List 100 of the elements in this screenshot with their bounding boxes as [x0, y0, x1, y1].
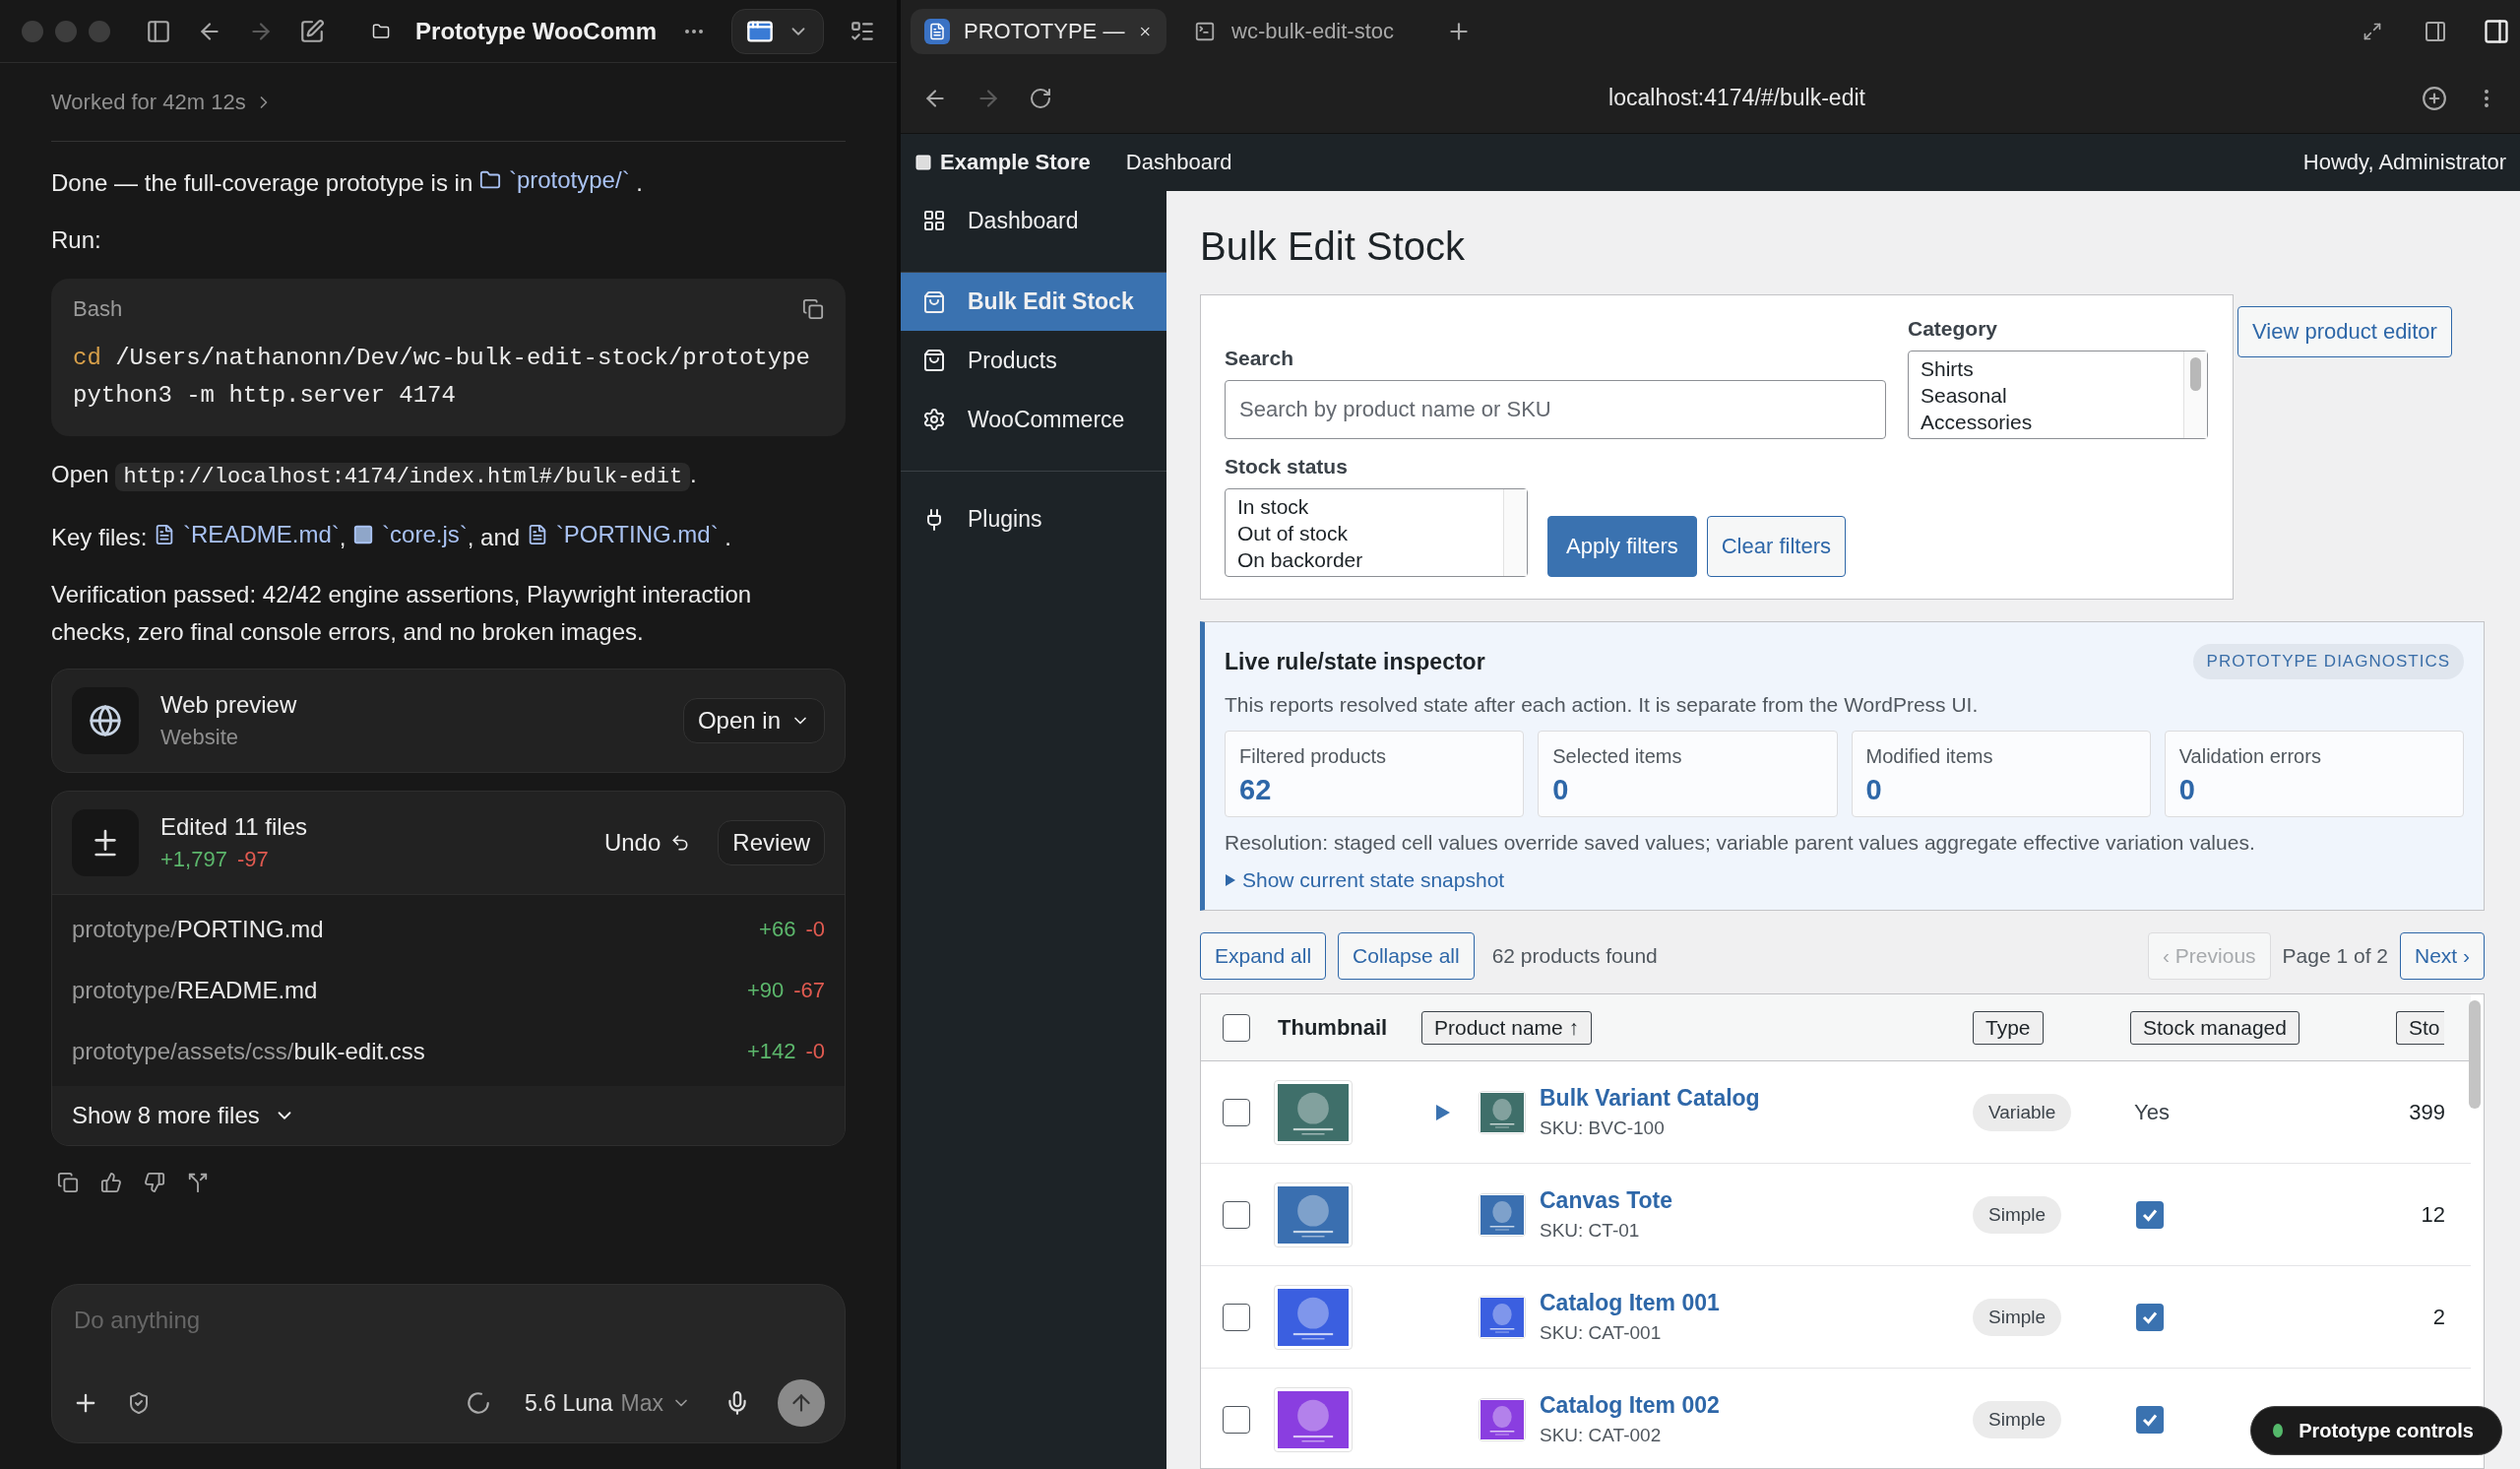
file-link[interactable]: `PORTING.md`	[526, 516, 719, 553]
admin-bar-link[interactable]: Dashboard	[1125, 150, 1232, 175]
scrollbar[interactable]	[2469, 1000, 2481, 1109]
row-checkbox[interactable]	[1223, 1200, 1250, 1229]
row-checkbox[interactable]	[1223, 1405, 1250, 1434]
scrollbar[interactable]	[1503, 489, 1527, 576]
field-label: Category	[1908, 317, 1999, 341]
list-option[interactable]: In stock	[1237, 493, 1487, 520]
window-minimize-dot[interactable]	[55, 20, 77, 42]
clear-filters-button[interactable]: Clear filters	[1706, 516, 1846, 577]
sidebar-item[interactable]: Bulk Edit Stock	[901, 272, 1166, 331]
sidebar-item[interactable]: Products	[901, 331, 1166, 390]
thumbs-down-icon[interactable]	[144, 1172, 165, 1193]
thumbs-up-icon[interactable]	[100, 1172, 122, 1193]
file-path[interactable]: prototype/README.md	[72, 977, 318, 1004]
file-path[interactable]: prototype/PORTING.md	[72, 916, 324, 943]
message-input[interactable]: Do anything	[72, 1307, 825, 1334]
stock-quantity: 2	[2432, 1304, 2445, 1330]
product-sku: SKU: CAT-002	[1540, 1425, 1663, 1446]
copy-icon[interactable]	[802, 298, 824, 320]
category-list[interactable]: Shirts Seasonal Accessories	[1908, 351, 2208, 439]
removed-count: -0	[805, 1039, 825, 1064]
list-option[interactable]: Shirts	[1921, 355, 2168, 382]
sort-header-button[interactable]: Stock managed	[2130, 1010, 2300, 1045]
resolution-note: Resolution: staged cell values override saved values; variable parent values aggregate effective variation values.	[1225, 831, 2256, 855]
sort-header-button[interactable]: Type	[1973, 1010, 2044, 1045]
address-bar[interactable]: localhost:4174/#/bulk-edit	[1080, 85, 2394, 111]
search-field[interactable]: Search by product name or SKU	[1225, 380, 1886, 439]
panel-icon[interactable]	[2424, 20, 2447, 43]
file-link[interactable]: `prototype/`	[478, 161, 630, 199]
sidebar-item[interactable]: Dashboard	[901, 191, 1166, 250]
window-zoom-dot[interactable]	[89, 20, 110, 42]
file-path[interactable]: prototype/assets/css/bulk-edit.css	[72, 1038, 425, 1065]
message-paragraph: Open http://localhost:4174/index.html#/bulk-edit .	[51, 460, 698, 493]
window-close-dot[interactable]	[22, 20, 43, 42]
scrollbar[interactable]	[2183, 351, 2207, 438]
sidebar-toggle-icon[interactable]	[146, 18, 171, 44]
open-editor-button[interactable]	[731, 8, 824, 54]
row-checkbox[interactable]	[1223, 1098, 1250, 1126]
view-editor-button[interactable]: View product editor	[2237, 306, 2452, 357]
send-button[interactable]	[778, 1379, 825, 1427]
fork-icon[interactable]	[187, 1172, 209, 1193]
prototype-controls-button[interactable]: Prototype controls	[2250, 1406, 2502, 1455]
message-paragraph: Done — the full-coverage prototype is in `prototype/` .	[51, 161, 829, 202]
file-link[interactable]: `core.js`	[352, 516, 468, 553]
type-badge: Simple	[1973, 1298, 2062, 1336]
review-button[interactable]: Review	[718, 820, 825, 865]
card-subtitle: Website	[160, 725, 240, 750]
product-sku: SKU: CAT-001	[1540, 1322, 1663, 1344]
sidebar-right-icon[interactable]	[2483, 18, 2510, 45]
type-badge: Simple	[1973, 1400, 2062, 1438]
collapse-all-button[interactable]: Collapse all	[1338, 932, 1475, 980]
shield-icon[interactable]	[127, 1391, 151, 1415]
sort-header-button[interactable]: Product name ↑	[1421, 1010, 1593, 1045]
reload-icon[interactable]	[1029, 86, 1052, 110]
snapshot-toggle[interactable]: Show current state snapshot	[1225, 868, 2464, 892]
field-label: Search	[1225, 347, 1295, 370]
add-circle-icon[interactable]	[2422, 85, 2447, 111]
stock-managed-checkbox[interactable]	[2136, 1200, 2164, 1229]
product-name-link[interactable]: Catalog Item 001	[1540, 1290, 1720, 1316]
expand-icon[interactable]	[2362, 22, 2382, 41]
stock-managed-text: Yes	[2134, 1099, 2170, 1125]
next-page-button[interactable]: Next ›	[2400, 932, 2485, 980]
site-icon	[914, 154, 932, 171]
compose-icon[interactable]	[299, 18, 325, 44]
stock-managed-checkbox[interactable]	[2136, 1405, 2164, 1434]
expand-all-button[interactable]: Expand all	[1200, 932, 1327, 980]
product-name-link[interactable]: Catalog Item 002	[1540, 1392, 1720, 1419]
dashboard-icon	[922, 209, 946, 232]
expand-caret-icon[interactable]	[1435, 1103, 1451, 1121]
list-option[interactable]: Out of stock	[1237, 520, 1487, 546]
site-name[interactable]: Example Store	[940, 150, 1091, 175]
stat-value: 62	[1239, 774, 1273, 806]
undo-button[interactable]: Undo	[598, 821, 697, 864]
list-option[interactable]: On backorder	[1237, 546, 1487, 573]
copy-icon[interactable]	[57, 1172, 79, 1193]
row-checkbox[interactable]	[1223, 1303, 1250, 1331]
list-option[interactable]: Seasonal	[1921, 382, 2168, 409]
model-picker[interactable]: 5.6 Luna Max	[519, 1388, 697, 1418]
browser-tab[interactable]: wc-bulk-edit-stoc	[1178, 9, 1434, 54]
stat-label: Filtered products	[1239, 745, 1387, 768]
file-link[interactable]: `README.md`	[154, 516, 340, 553]
worked-duration[interactable]: Worked for 42m 12s	[51, 89, 246, 115]
inline-code: http://localhost:4174/index.html#/bulk-edit	[115, 463, 691, 491]
apply-filters-button[interactable]: Apply filters	[1547, 516, 1697, 577]
list-option[interactable]: Accessories	[1921, 409, 2168, 435]
product-name-link[interactable]: Canvas Tote	[1540, 1187, 1673, 1214]
product-name-link[interactable]: Bulk Variant Catalog	[1540, 1085, 1760, 1112]
stat-label: Selected items	[1552, 745, 1683, 768]
card-title: Web preview	[160, 691, 298, 719]
stock-managed-checkbox[interactable]	[2136, 1303, 2164, 1331]
greeting[interactable]: Howdy, Administrator	[2302, 150, 2506, 175]
sort-header-button[interactable]: Sto	[2396, 1010, 2444, 1045]
open-in-button[interactable]: Open in	[682, 698, 825, 743]
stock-status-list[interactable]: In stock Out of stock On backorder	[1225, 488, 1528, 577]
browser-tab[interactable]: PROTOTYPE —	[911, 9, 1166, 54]
added-count: +1,797	[160, 847, 227, 872]
select-all-checkbox[interactable]	[1223, 1013, 1250, 1042]
sidebar-item[interactable]: WooCommerce	[901, 390, 1166, 449]
message-paragraph: Run:	[51, 225, 102, 255]
